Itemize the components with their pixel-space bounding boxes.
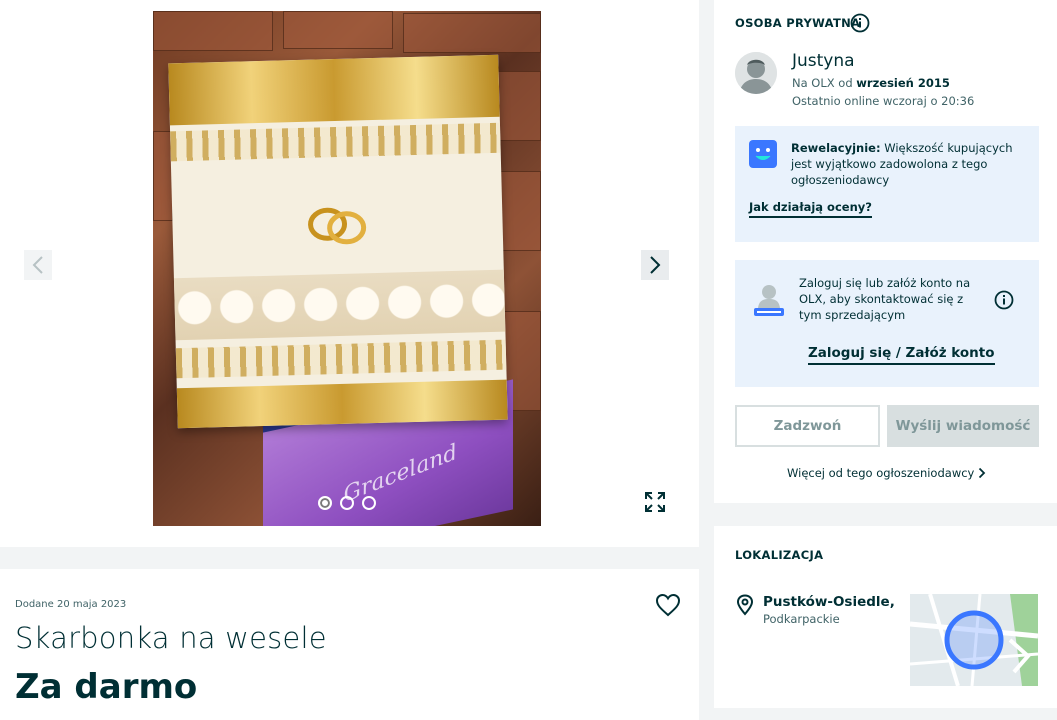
photo-brick — [498, 171, 541, 251]
rating-text: Rewelacyjnie: Większość kupujących jest … — [791, 140, 1027, 188]
info-icon[interactable] — [994, 290, 1014, 310]
chevron-right-icon — [650, 256, 661, 274]
ad-price: Za darmo — [15, 667, 198, 707]
send-message-button[interactable]: Wyślij wiadomość — [887, 405, 1039, 447]
photo-roses — [173, 269, 506, 341]
seller-name: Justyna — [792, 51, 855, 71]
chevron-left-icon — [32, 256, 43, 274]
wedding-rings-icon — [308, 207, 367, 245]
ad-title: Skarbonka na wesele — [15, 621, 327, 655]
heart-icon[interactable] — [655, 593, 681, 617]
next-photo-button[interactable] — [641, 250, 669, 280]
rating-headline: Rewelacyjnie: — [791, 141, 881, 155]
fullscreen-button[interactable] — [640, 487, 670, 517]
photo-dot-3[interactable] — [362, 496, 376, 510]
rating-box: Rewelacyjnie: Większość kupujących jest … — [735, 126, 1039, 242]
location-pin-icon — [736, 594, 754, 616]
user-avatar-icon — [735, 52, 777, 94]
seller-panel: OSOBA PRYWATNA Justyna Na OLX od wrzesie… — [714, 0, 1057, 503]
previous-photo-button[interactable] — [24, 250, 52, 280]
info-icon[interactable] — [850, 13, 870, 33]
photo-ornament — [170, 122, 501, 162]
login-text: Zaloguj się lub załóż konto na OLX, aby … — [799, 276, 971, 322]
smiley-face-icon — [755, 148, 771, 160]
location-panel: LOKALIZACJA Pustków-Osiedle, Podkarpacki… — [714, 526, 1057, 708]
more-from-seller-link[interactable]: Więcej od tego ogłoszeniodawcy — [787, 466, 986, 480]
photo-dot-1[interactable] — [318, 496, 332, 510]
location-map[interactable] — [910, 594, 1038, 686]
member-since: Na OLX od wrzesień 2015 — [792, 76, 950, 90]
photo-dot-2[interactable] — [340, 496, 354, 510]
listing-photo[interactable]: Graceland — [153, 11, 541, 526]
location-region: Podkarpackie — [763, 612, 840, 626]
member-since-prefix: Na OLX od — [792, 76, 857, 90]
login-register-link[interactable]: Zaloguj się / Załóż konto — [808, 345, 995, 365]
how-ratings-work-link[interactable]: Jak działają oceny? — [749, 200, 872, 218]
chevron-right-icon — [979, 467, 986, 479]
photo-brick — [153, 11, 273, 51]
expand-icon — [645, 492, 665, 512]
member-since-date: wrzesień 2015 — [856, 76, 950, 90]
login-illustration-icon — [754, 285, 784, 316]
avatar — [735, 52, 777, 94]
photo-brick — [403, 13, 541, 53]
seller-section-label: OSOBA PRYWATNA — [735, 16, 861, 30]
photo-pagination — [318, 496, 376, 510]
location-section-label: LOKALIZACJA — [735, 548, 824, 562]
call-button[interactable]: Zadzwoń — [735, 405, 880, 447]
location-city: Pustków-Osiedle, — [763, 594, 895, 610]
more-from-seller-label: Więcej od tego ogłoszeniodawcy — [787, 466, 975, 480]
ad-info-panel: Dodane 20 maja 2023 Skarbonka na wesele … — [0, 569, 699, 720]
photo-brick — [283, 11, 393, 49]
photo-brick — [493, 71, 541, 141]
last-online: Ostatnio online wczoraj o 20:36 — [792, 94, 975, 108]
photo-gold-band — [168, 54, 500, 126]
map-preview — [910, 594, 1038, 686]
login-box: Zaloguj się lub załóż konto na OLX, aby … — [735, 260, 1039, 387]
added-date: Dodane 20 maja 2023 — [15, 599, 127, 610]
smiley-icon — [749, 140, 777, 168]
photo-ornament — [175, 339, 507, 379]
photo-gallery: Graceland — [0, 0, 699, 547]
photo-wedding-box — [168, 54, 508, 429]
